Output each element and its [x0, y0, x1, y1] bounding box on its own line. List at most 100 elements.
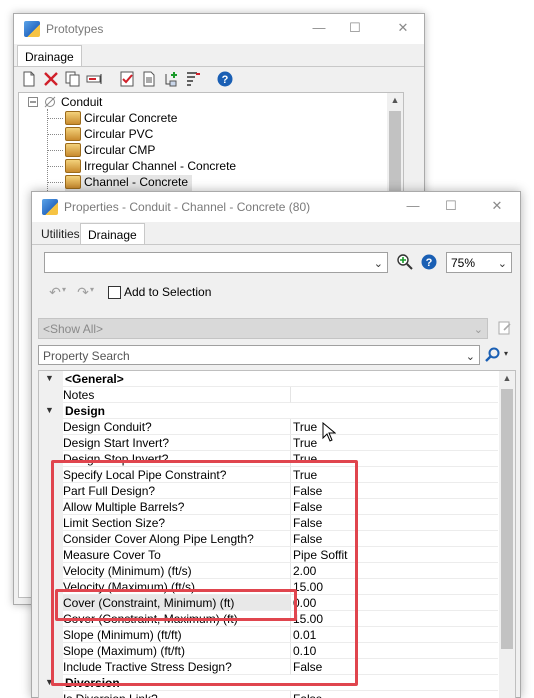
property-value[interactable]: False [291, 499, 498, 515]
maximize-button[interactable]: ☐ [344, 18, 366, 38]
property-row[interactable]: Slope (Minimum) (ft/ft) 0.01 [39, 627, 498, 643]
edit-filter-icon[interactable] [496, 319, 514, 337]
property-row[interactable]: Cover (Constraint, Maximum) (ft) 15.00 [39, 611, 498, 627]
zoom-to-icon[interactable] [396, 253, 414, 271]
tree-item-irregular-channel-concrete[interactable]: Irregular Channel - Concrete [47, 159, 236, 175]
property-value[interactable]: False [291, 531, 498, 547]
property-value[interactable]: False [291, 515, 498, 531]
property-row[interactable]: Design Start Invert? True [39, 435, 498, 451]
grid-scrollbar[interactable]: ▲ [499, 371, 515, 698]
tree-root-conduit[interactable]: Conduit [61, 95, 102, 111]
category-diversion[interactable]: ▼ Diversion [39, 675, 498, 691]
chevron-down-icon: ⌄ [497, 258, 507, 270]
prototypes-toolbar: ? [14, 67, 424, 91]
chevron-down-icon[interactable]: ▼ [45, 677, 54, 687]
maximize-button[interactable]: ☐ [440, 196, 462, 216]
tab-drainage[interactable]: Drainage [17, 45, 82, 67]
prototype-icon [65, 111, 81, 125]
property-row[interactable]: Notes [39, 387, 498, 403]
property-value[interactable]: True [291, 451, 498, 467]
close-button[interactable]: ✕ [486, 196, 508, 216]
property-value[interactable] [291, 387, 498, 403]
property-value[interactable]: 0.00 [291, 595, 498, 611]
rename-icon[interactable] [86, 70, 104, 88]
property-row[interactable]: Design Conduit? True [39, 419, 498, 435]
add-child-icon[interactable] [162, 70, 180, 88]
tree-item-circular-pvc[interactable]: Circular PVC [47, 127, 153, 143]
collapse-icon[interactable] [28, 97, 38, 107]
tree-item-channel-concrete[interactable]: Channel - Concrete [47, 175, 193, 191]
property-value[interactable]: 0.01 [291, 627, 498, 643]
property-row[interactable]: Consider Cover Along Pipe Length? False [39, 531, 498, 547]
scroll-up-icon[interactable]: ▲ [387, 95, 403, 105]
chevron-down-icon[interactable]: ▼ [45, 373, 54, 383]
close-button[interactable]: ✕ [392, 18, 414, 38]
scroll-up-icon[interactable]: ▲ [499, 373, 515, 383]
add-to-selection-checkbox[interactable] [108, 286, 121, 299]
property-row[interactable]: Is Diversion Link?False [39, 691, 498, 698]
help-icon[interactable]: ? [420, 253, 438, 271]
property-value[interactable]: False [291, 483, 498, 499]
prototype-icon [65, 175, 81, 189]
redo-dropdown-icon[interactable]: ▾ [90, 285, 94, 294]
app-icon [42, 199, 58, 215]
property-row[interactable]: Limit Section Size? False [39, 515, 498, 531]
delete-icon[interactable] [42, 70, 60, 88]
property-name: Design Start Invert? [63, 435, 291, 451]
search-options-icon[interactable]: ▾ [504, 349, 508, 358]
properties-window: Properties - Conduit - Channel - Concret… [31, 191, 521, 698]
prototypes-titlebar[interactable]: Prototypes — ☐ ✕ [14, 14, 424, 44]
property-name: Allow Multiple Barrels? [63, 499, 291, 515]
property-row[interactable]: Cover (Constraint, Minimum) (ft) 0.00 [39, 595, 498, 611]
property-value[interactable]: 15.00 [291, 579, 498, 595]
minimize-button[interactable]: — [402, 196, 424, 216]
property-row[interactable]: Velocity (Maximum) (ft/s) 15.00 [39, 579, 498, 595]
zoom-combo[interactable]: 75% ⌄ [446, 252, 512, 273]
property-value[interactable]: False [291, 691, 498, 698]
property-row[interactable]: Slope (Maximum) (ft/ft) 0.10 [39, 643, 498, 659]
property-row[interactable]: Allow Multiple Barrels? False [39, 499, 498, 515]
tab-utilities[interactable]: Utilities [34, 223, 87, 245]
copy-icon[interactable] [64, 70, 82, 88]
filter-combo[interactable]: <Show All> ⌄ [38, 318, 488, 339]
property-value[interactable]: False [291, 659, 498, 675]
properties-titlebar[interactable]: Properties - Conduit - Channel - Concret… [32, 192, 520, 222]
property-search-input[interactable]: Property Search ⌄ [38, 345, 480, 365]
property-value[interactable]: Pipe Soffit [291, 547, 498, 563]
new-icon[interactable] [20, 70, 38, 88]
category-general[interactable]: ▼ <General> [39, 371, 498, 387]
undo-dropdown-icon[interactable]: ▾ [62, 285, 66, 294]
property-row[interactable]: Design Stop Invert? True [39, 451, 498, 467]
add-to-selection-label: Add to Selection [124, 285, 212, 299]
category-label: <General> [63, 371, 291, 387]
property-value[interactable]: 2.00 [291, 563, 498, 579]
tree-item-circular-concrete[interactable]: Circular Concrete [47, 111, 177, 127]
category-design[interactable]: ▼ Design [39, 403, 498, 419]
property-row[interactable]: Include Tractive Stress Design? False [39, 659, 498, 675]
validate-icon[interactable] [118, 70, 136, 88]
tab-drainage[interactable]: Drainage [80, 223, 145, 245]
property-value[interactable]: 0.10 [291, 643, 498, 659]
element-combo[interactable]: ⌄ [44, 252, 388, 273]
property-value[interactable]: 15.00 [291, 611, 498, 627]
help-icon[interactable]: ? [216, 70, 234, 88]
sort-icon[interactable] [184, 70, 202, 88]
property-row[interactable]: Velocity (Minimum) (ft/s) 2.00 [39, 563, 498, 579]
category-label: Diversion [63, 675, 291, 691]
property-value[interactable]: True [291, 467, 498, 483]
property-name: Consider Cover Along Pipe Length? [63, 531, 291, 547]
chevron-down-icon: ⌄ [465, 351, 475, 363]
prototypes-title: Prototypes [46, 22, 104, 36]
property-row[interactable]: Part Full Design? False [39, 483, 498, 499]
report-icon[interactable] [140, 70, 158, 88]
property-name: Specify Local Pipe Constraint? [63, 467, 291, 483]
property-name: Velocity (Minimum) (ft/s) [63, 563, 291, 579]
search-icon[interactable] [484, 346, 502, 364]
property-row[interactable]: Specify Local Pipe Constraint? True [39, 467, 498, 483]
minimize-button[interactable]: — [308, 18, 330, 38]
property-name: Notes [63, 387, 291, 403]
chevron-down-icon[interactable]: ▼ [45, 405, 54, 415]
property-row[interactable]: Measure Cover To Pipe Soffit [39, 547, 498, 563]
property-name: Cover (Constraint, Minimum) (ft) [63, 595, 291, 611]
tree-item-circular-cmp[interactable]: Circular CMP [47, 143, 155, 159]
